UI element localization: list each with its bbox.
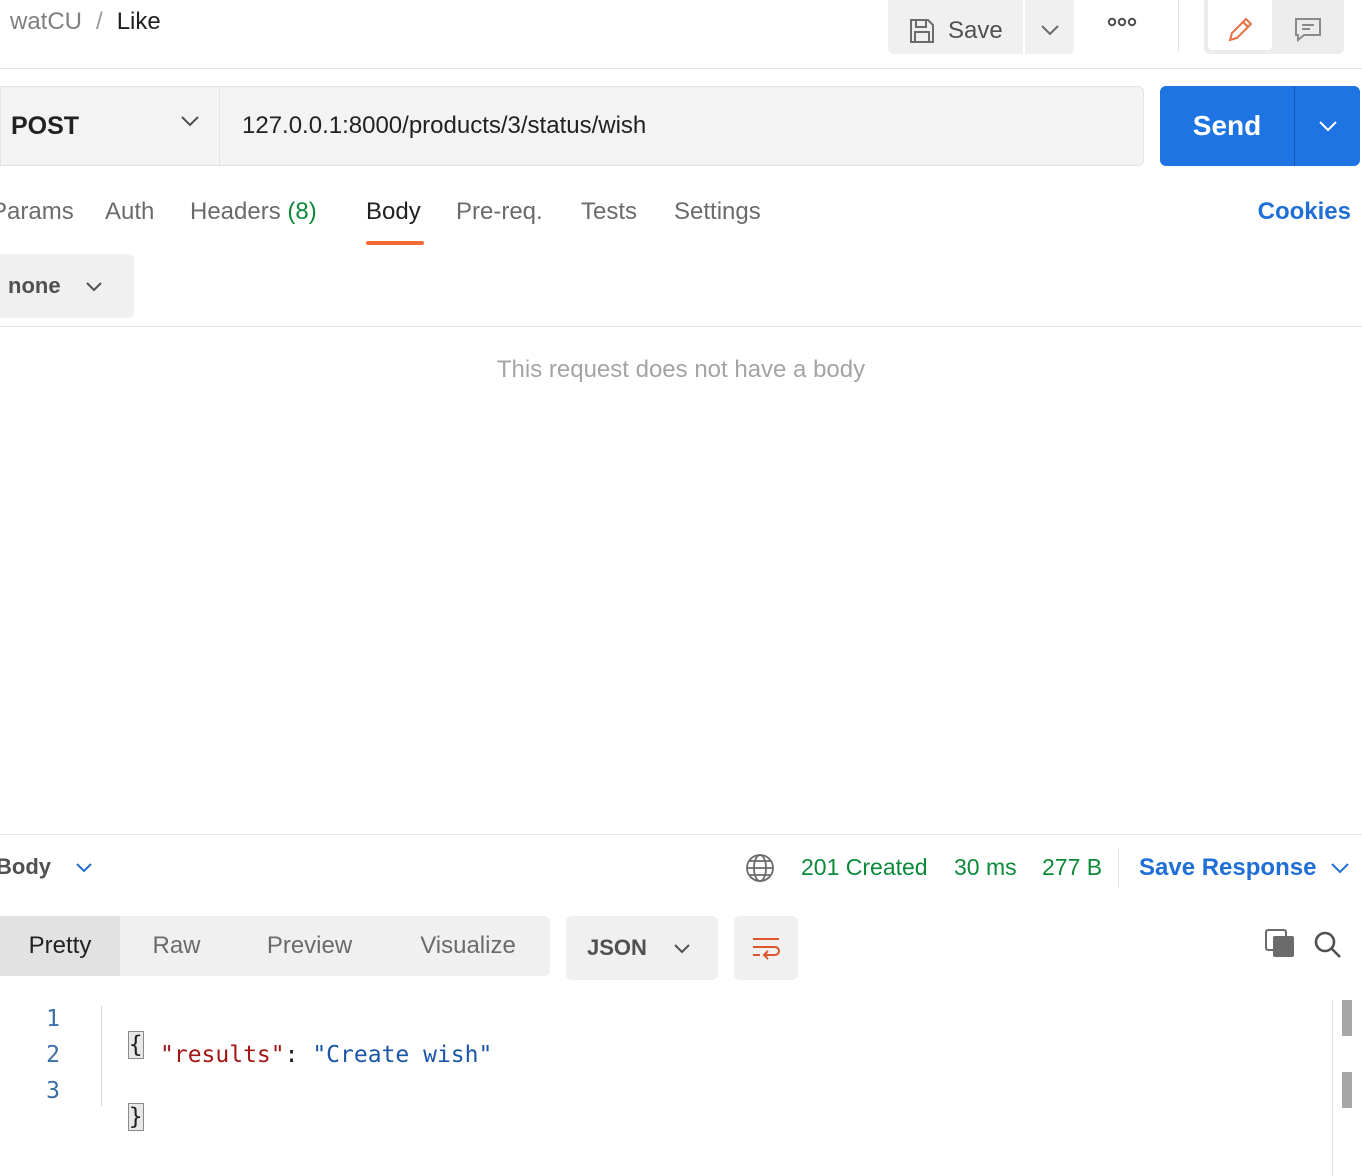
code-line[interactable]: { xyxy=(101,1006,144,1059)
body-divider-line xyxy=(0,326,1362,327)
scrollbar-marker xyxy=(1342,1072,1352,1108)
wrap-lines-button[interactable] xyxy=(734,916,798,980)
header-divider-line xyxy=(0,68,1362,69)
more-icon xyxy=(1107,17,1137,27)
save-options-button[interactable] xyxy=(1025,0,1074,54)
pencil-icon xyxy=(1225,15,1255,45)
tab-headers[interactable]: Headers (8) xyxy=(190,198,317,230)
method-select[interactable]: POST xyxy=(0,86,220,166)
comments-button[interactable] xyxy=(1276,0,1340,50)
response-format-label: JSON xyxy=(587,935,647,960)
send-button[interactable]: Send xyxy=(1160,86,1294,166)
line-number: 2 xyxy=(46,1042,60,1068)
open-brace: { xyxy=(127,1031,144,1059)
breadcrumb: watCU / Like xyxy=(10,6,161,38)
tab-body[interactable]: Body xyxy=(366,198,421,230)
tab-settings[interactable]: Settings xyxy=(674,198,761,230)
response-time[interactable]: 30 ms xyxy=(954,854,1017,881)
tab-headers-count: (8) xyxy=(287,198,317,225)
view-tab-raw[interactable]: Raw xyxy=(120,916,233,976)
chevron-down-icon xyxy=(1318,120,1338,132)
tab-auth[interactable]: Auth xyxy=(105,198,154,230)
method-label: POST xyxy=(11,111,80,140)
tab-tests[interactable]: Tests xyxy=(581,198,637,230)
edit-mode-button[interactable] xyxy=(1208,0,1272,50)
send-button-group: Send xyxy=(1160,86,1360,166)
response-section-select[interactable]: Body xyxy=(0,854,93,880)
globe-icon[interactable] xyxy=(745,853,775,883)
response-meta-divider xyxy=(1118,848,1119,888)
scrollbar-marker xyxy=(1342,1000,1352,1036)
response-size[interactable]: 277 B xyxy=(1042,854,1102,881)
response-divider-line[interactable] xyxy=(0,834,1362,835)
view-tab-preview[interactable]: Preview xyxy=(233,916,386,976)
line-number: 3 xyxy=(46,1078,60,1104)
chevron-down-icon xyxy=(1330,862,1350,874)
chevron-down-icon xyxy=(673,943,691,954)
line-number: 1 xyxy=(46,1006,60,1032)
response-status[interactable]: 201 Created xyxy=(801,854,928,881)
chevron-down-icon xyxy=(85,281,103,292)
view-tab-pretty[interactable]: Pretty xyxy=(0,916,120,976)
view-tab-visualize[interactable]: Visualize xyxy=(386,916,550,976)
response-view-tabs: Pretty Raw Preview Visualize xyxy=(0,916,550,976)
tab-params[interactable]: Params xyxy=(0,198,74,230)
json-string-value: "Create wish" xyxy=(312,1042,493,1068)
chevron-down-icon xyxy=(180,115,200,127)
response-section-label: Body xyxy=(0,854,51,879)
send-options-button[interactable] xyxy=(1294,86,1360,166)
comment-icon xyxy=(1293,15,1323,45)
code-scrollbar-track[interactable] xyxy=(1332,1000,1333,1176)
save-button-group: Save xyxy=(888,0,1074,54)
copy-icon[interactable] xyxy=(1264,928,1296,960)
chevron-down-icon xyxy=(75,862,93,873)
save-label: Save xyxy=(948,17,1003,44)
tab-headers-label: Headers xyxy=(190,198,281,225)
chevron-down-icon xyxy=(1040,24,1060,36)
save-response-button[interactable]: Save Response xyxy=(1139,854,1350,882)
breadcrumb-separator: / xyxy=(96,8,103,35)
url-value: 127.0.0.1:8000/products/3/status/wish xyxy=(242,112,647,139)
empty-body-message: This request does not have a body xyxy=(496,356,866,383)
response-format-select[interactable]: JSON xyxy=(566,916,718,980)
wrap-lines-icon xyxy=(750,934,782,962)
json-key: "results" xyxy=(160,1042,285,1068)
save-response-label: Save Response xyxy=(1139,854,1317,881)
url-input[interactable]: 127.0.0.1:8000/products/3/status/wish xyxy=(219,86,1144,166)
body-type-label: none xyxy=(8,273,61,298)
active-tab-indicator xyxy=(366,241,424,245)
code-line[interactable]: "results": "Create wish" xyxy=(160,1042,492,1068)
save-button[interactable]: Save xyxy=(888,0,1023,54)
header-divider xyxy=(1178,0,1179,52)
body-type-select[interactable]: none xyxy=(0,254,134,318)
mode-toggle xyxy=(1204,0,1344,54)
code-line[interactable]: } xyxy=(101,1078,144,1131)
tab-prereq[interactable]: Pre-req. xyxy=(456,198,543,230)
search-icon[interactable] xyxy=(1313,930,1343,960)
more-actions-button[interactable] xyxy=(1102,10,1142,34)
breadcrumb-request-name[interactable]: Like xyxy=(117,8,161,36)
save-icon xyxy=(908,17,936,45)
close-brace: } xyxy=(127,1103,144,1131)
json-colon: : xyxy=(284,1042,313,1068)
breadcrumb-collection[interactable]: watCU xyxy=(10,8,82,36)
cookies-link[interactable]: Cookies xyxy=(1258,198,1351,226)
